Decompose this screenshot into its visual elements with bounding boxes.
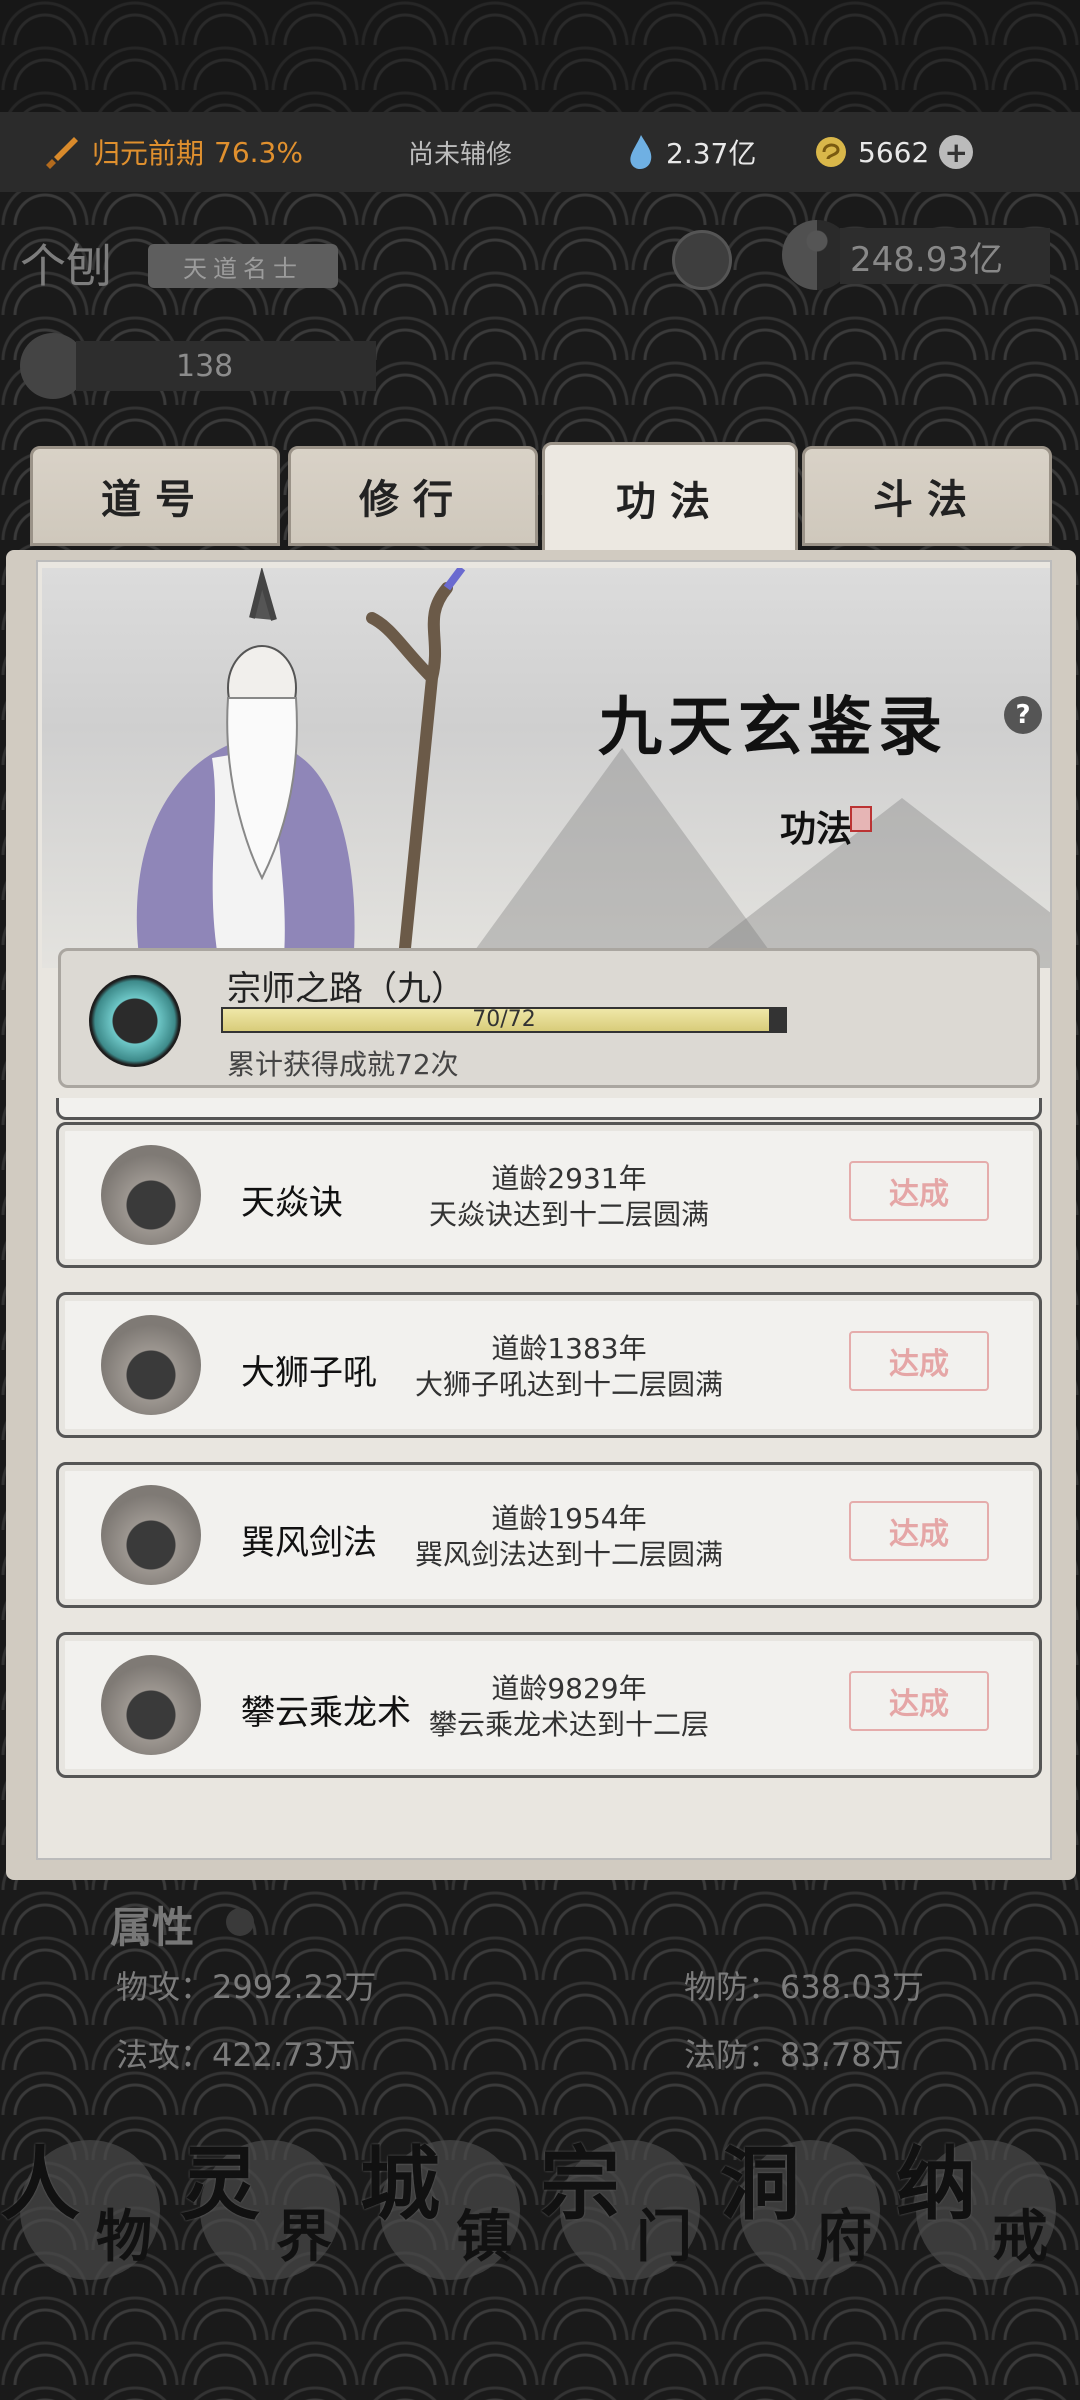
- gongfa-panel: 九天玄鉴录 ? 功法 宗师之路（九） 70/72 累计获得成就72次 天焱诀 道…: [6, 550, 1076, 1880]
- list-item[interactable]: 巽风剑法 道龄1954年 巽风剑法达到十二层圆满 达成: [56, 1462, 1042, 1608]
- nav-label-main: 纳: [896, 2137, 976, 2231]
- nav-label-sub: 府: [816, 2204, 872, 2270]
- book-title: 九天玄鉴录: [598, 690, 948, 765]
- attributes-section: 属性 物攻：2992.22万 物防：638.03万 法攻：422.73万 法防：…: [0, 1880, 1080, 2100]
- attributes-title: 属性: [110, 1903, 195, 1952]
- assist-status[interactable]: 尚未辅修: [408, 134, 512, 171]
- meditating-figure-icon: [101, 1485, 201, 1585]
- tab-doufa[interactable]: 斗法: [802, 446, 1052, 546]
- tab-xiuxing[interactable]: 修行: [288, 446, 538, 546]
- achieved-stamp: 达成: [849, 1331, 989, 1391]
- realm-progress: 76.3%: [214, 135, 303, 169]
- add-coins-button[interactable]: +: [939, 135, 974, 169]
- nav-label-sub: 门: [636, 2204, 692, 2270]
- red-seal-icon: [850, 806, 872, 832]
- skill-age: 道龄9829年: [491, 1672, 647, 1705]
- skill-name: 天焱诀: [241, 1183, 343, 1223]
- spirit-stone-counter[interactable]: 2.37亿: [626, 132, 756, 172]
- magic-defense: 法防：83.78万: [684, 2036, 904, 2074]
- skill-age: 道龄1383年: [491, 1332, 647, 1365]
- nav-label-main: 灵: [180, 2137, 260, 2231]
- nav-spirit-realm[interactable]: 灵 界: [180, 2120, 360, 2280]
- list-icon[interactable]: [226, 1908, 254, 1936]
- help-button[interactable]: ?: [1004, 696, 1042, 734]
- jade-ring-icon: [89, 975, 181, 1067]
- skill-condition: 天焱诀达到十二层圆满: [428, 1198, 709, 1231]
- achieved-stamp: 达成: [849, 1161, 989, 1221]
- skill-age: 道龄2931年: [491, 1162, 647, 1195]
- achievement-progress-text: 70/72: [472, 1007, 536, 1032]
- spirit-stone-icon: [630, 135, 652, 169]
- character-title-badge[interactable]: 天道名士: [148, 244, 338, 288]
- coin-counter[interactable]: 5662 +: [814, 135, 974, 169]
- physical-attack: 物攻：2992.22万: [116, 1968, 377, 2006]
- magic-attack: 法攻：422.73万: [116, 2036, 356, 2074]
- achievement-name: 宗师之路（九）: [227, 969, 465, 1009]
- book-subtitle: 功法: [780, 808, 853, 850]
- nav-label-sub: 戒: [992, 2204, 1048, 2270]
- nav-storage-ring[interactable]: 纳 戒: [896, 2120, 1076, 2280]
- list-item-partial: [56, 1098, 1042, 1120]
- nav-label-main: 宗: [540, 2137, 620, 2231]
- tab-daohao[interactable]: 道号: [30, 446, 280, 546]
- skill-name: 攀云乘龙术: [241, 1693, 411, 1733]
- achieved-stamp: 达成: [849, 1501, 989, 1561]
- panel-paper: 九天玄鉴录 ? 功法 宗师之路（九） 70/72 累计获得成就72次 天焱诀 道…: [36, 560, 1052, 1860]
- secondary-stat: 138: [20, 330, 390, 402]
- coin-value: 5662: [858, 135, 930, 169]
- character-header: 个刨 天道名士 248.93亿: [0, 210, 1080, 320]
- nav-label-sub: 界: [276, 2204, 332, 2270]
- book-banner: 九天玄鉴录 ? 功法: [42, 568, 1050, 968]
- achievement-progress-bar: 70/72: [221, 1007, 787, 1033]
- beast-emblem-icon[interactable]: [672, 230, 732, 290]
- nav-label-sub: 物: [96, 2204, 152, 2270]
- meditating-figure-icon: [101, 1655, 201, 1755]
- skill-name: 巽风剑法: [241, 1523, 377, 1563]
- nav-character[interactable]: 人 物: [0, 2120, 180, 2280]
- realm-label: 归元前期: [92, 137, 205, 170]
- nav-cave[interactable]: 洞 府: [720, 2120, 900, 2280]
- power-text: 248.93亿: [850, 239, 1003, 280]
- meditating-figure-icon: [101, 1315, 201, 1415]
- nav-town[interactable]: 城 镇: [360, 2120, 540, 2280]
- secondary-stat-value: 138: [76, 341, 376, 391]
- list-item[interactable]: 攀云乘龙术 道龄9829年 攀云乘龙术达到十二层 达成: [56, 1632, 1042, 1778]
- spirit-stone-value: 2.37亿: [666, 137, 757, 170]
- skill-condition: 攀云乘龙术达到十二层: [428, 1708, 709, 1741]
- skill-condition: 大狮子吼达到十二层圆满: [414, 1368, 723, 1401]
- nav-sect[interactable]: 宗 门: [540, 2120, 720, 2280]
- sage-illustration: [136, 568, 466, 968]
- nav-label-sub: 镇: [456, 2204, 512, 2270]
- skill-age: 道龄1954年: [491, 1502, 647, 1535]
- nav-label-main: 人: [0, 2137, 80, 2231]
- nav-label-main: 城: [360, 2137, 440, 2231]
- skill-name: 大狮子吼: [241, 1353, 377, 1393]
- realm-indicator[interactable]: 归元前期 76.3%: [44, 132, 303, 172]
- achievement-description: 累计获得成就72次: [227, 1048, 459, 1081]
- resource-bar: 归元前期 76.3% 尚未辅修 2.37亿 5662 +: [0, 112, 1080, 192]
- list-item[interactable]: 天焱诀 道龄2931年 天焱诀达到十二层圆满 达成: [56, 1122, 1042, 1268]
- sword-icon: [46, 137, 78, 169]
- skill-condition: 巽风剑法达到十二层圆满: [414, 1538, 723, 1571]
- character-name: 个刨: [20, 239, 112, 293]
- coin-icon: [816, 137, 846, 167]
- list-item[interactable]: 大狮子吼 道龄1383年 大狮子吼达到十二层圆满 达成: [56, 1292, 1042, 1438]
- achieved-stamp: 达成: [849, 1671, 989, 1731]
- tab-gongfa[interactable]: 功法: [542, 442, 798, 554]
- nav-label-main: 洞: [720, 2137, 800, 2231]
- system-status-area: [0, 0, 1080, 120]
- physical-defense: 物防：638.03万: [684, 1968, 924, 2006]
- meditating-figure-icon: [101, 1145, 201, 1245]
- bottom-navigation: 人 物 灵 界 城 镇 宗 门 洞 府 纳 戒: [0, 2110, 1080, 2290]
- tab-bar: 道号 修行 功法 斗法: [30, 442, 1052, 556]
- power-value: 248.93亿: [840, 228, 1050, 284]
- achievement-summary-card[interactable]: 宗师之路（九） 70/72 累计获得成就72次: [58, 948, 1040, 1088]
